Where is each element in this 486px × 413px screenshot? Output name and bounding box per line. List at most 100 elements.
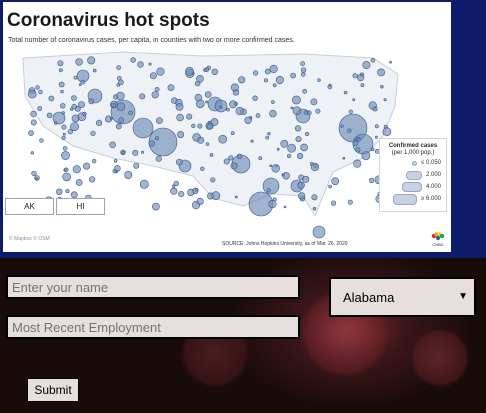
case-bubble [27, 89, 37, 99]
case-bubble [275, 75, 284, 84]
case-bubble [118, 79, 124, 86]
case-bubble [343, 90, 348, 95]
case-bubble [31, 170, 37, 177]
case-bubble [200, 166, 205, 172]
case-bubble [95, 119, 103, 126]
case-bubble [298, 192, 306, 200]
case-bubble [171, 97, 178, 104]
case-bubble [250, 139, 254, 143]
state-select[interactable]: Alabama ▼ [329, 277, 476, 317]
case-bubble [271, 100, 275, 104]
case-bubble [258, 156, 263, 161]
case-bubble [218, 134, 227, 144]
case-bubble [173, 180, 180, 187]
case-bubble [61, 124, 67, 130]
inset-boxes: AK HI [5, 198, 105, 215]
case-bubble [156, 67, 165, 76]
case-bubble [253, 70, 259, 76]
case-bubble [301, 67, 307, 73]
case-bubble [149, 72, 157, 80]
case-bubble [151, 91, 159, 99]
case-bubble [228, 155, 234, 161]
case-bubble [197, 136, 205, 144]
case-bubble [264, 68, 271, 75]
case-bubble [37, 106, 43, 111]
case-bubble [286, 153, 292, 159]
legend-label: 4.000 [425, 184, 441, 190]
legend-row: 2.000 [380, 169, 446, 181]
case-bubble [389, 60, 392, 64]
case-bubble [255, 113, 261, 118]
case-bubble [292, 106, 302, 115]
case-bubble [177, 131, 185, 139]
case-bubble [75, 179, 83, 186]
case-bubble [303, 110, 309, 115]
case-bubble [361, 151, 371, 160]
case-bubble [113, 159, 118, 163]
brand-text: CNBC [432, 242, 444, 247]
case-bubble [272, 83, 277, 88]
case-bubble [48, 95, 55, 102]
case-bubble [154, 87, 160, 92]
case-bubble [290, 106, 294, 110]
case-bubble [265, 135, 270, 140]
case-bubble [30, 119, 37, 126]
case-bubble [139, 93, 146, 100]
case-bubble [374, 135, 378, 139]
case-bubble [226, 107, 230, 112]
case-bubble [67, 129, 73, 135]
case-bubble [235, 106, 244, 116]
case-bubble [185, 66, 194, 76]
virus-particle [410, 328, 470, 388]
case-bubble [151, 202, 160, 211]
case-bubble [62, 172, 72, 182]
case-bubble [121, 151, 126, 155]
case-bubble [369, 177, 375, 183]
case-bubble [176, 113, 184, 122]
case-bubble [178, 191, 185, 198]
case-bubble [91, 158, 97, 164]
case-bubble [355, 147, 361, 153]
submit-button[interactable]: Submit [27, 378, 79, 402]
case-bubble [370, 58, 376, 63]
case-bubble [60, 89, 64, 94]
case-bubble [211, 68, 218, 75]
case-bubble [62, 132, 66, 136]
case-bubble [203, 68, 207, 72]
case-bubble [252, 95, 258, 101]
case-bubble [280, 139, 289, 148]
case-bubble [210, 118, 219, 126]
case-bubble [340, 124, 344, 128]
name-input[interactable] [6, 275, 300, 299]
legend: Confirmed cases (per 1,000 pop.) ≤ 0.050… [379, 138, 447, 212]
case-bubble [263, 78, 268, 83]
case-bubble [302, 88, 308, 94]
case-bubble [276, 147, 280, 151]
case-bubble [113, 94, 119, 100]
case-bubble [116, 102, 126, 112]
case-bubble [269, 164, 273, 167]
case-bubble [38, 89, 43, 95]
state-select-value: Alabama [343, 289, 395, 305]
case-bubble [297, 181, 305, 190]
case-bubble [312, 225, 326, 239]
case-bubble [311, 194, 318, 201]
case-bubble [110, 102, 116, 108]
case-bubble [236, 153, 243, 160]
case-bubble [110, 117, 113, 120]
case-bubble [137, 61, 144, 68]
case-bubble [78, 83, 82, 87]
case-bubble [295, 136, 302, 143]
case-bubble [170, 187, 178, 195]
case-bubble [310, 98, 318, 106]
case-bubble [132, 149, 139, 156]
legend-label: ≥ 6.000 [421, 196, 441, 202]
case-bubble [219, 105, 223, 109]
case-bubble [290, 72, 296, 79]
case-bubble [35, 85, 40, 90]
case-bubble [348, 109, 353, 114]
case-bubble [61, 111, 65, 115]
case-bubble [272, 197, 277, 202]
case-bubble [327, 84, 333, 90]
employment-input[interactable] [6, 315, 300, 339]
